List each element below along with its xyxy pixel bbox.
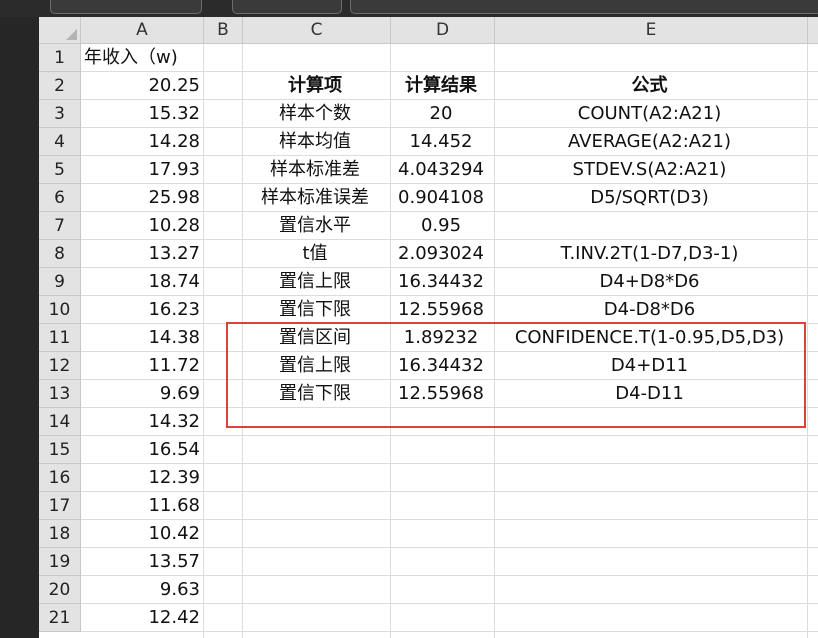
formula-bar[interactable] [350, 0, 818, 14]
cell-a14[interactable]: 14.32 [81, 408, 200, 436]
cell-d9[interactable]: 16.34432 [391, 268, 491, 296]
row-header-4[interactable]: 4 [39, 128, 81, 156]
cell-c2-header[interactable]: 计算项 [243, 72, 387, 100]
cell-c13[interactable]: 置信下限 [243, 380, 387, 408]
cell-a18[interactable]: 10.42 [81, 520, 200, 548]
cell-a12[interactable]: 11.72 [81, 352, 200, 380]
cell-d12[interactable]: 16.34432 [391, 352, 491, 380]
cell-e10[interactable]: D4-D8*D6 [495, 296, 804, 324]
cell-d6[interactable]: 0.904108 [391, 184, 491, 212]
cell-e8[interactable]: T.INV.2T(1-D7,D3-1) [495, 240, 804, 268]
cell-d11[interactable]: 1.89232 [391, 324, 491, 352]
cell-a11[interactable]: 14.38 [81, 324, 200, 352]
row-header-8[interactable]: 8 [39, 240, 81, 268]
cell-c6[interactable]: 样本标准误差 [243, 184, 387, 212]
cell-d7[interactable]: 0.95 [391, 212, 491, 240]
cell-e6[interactable]: D5/SQRT(D3) [495, 184, 804, 212]
cell-a2[interactable]: 20.25 [81, 72, 200, 100]
cell-e2-header[interactable]: 公式 [495, 72, 804, 100]
formula-buttons[interactable] [232, 0, 342, 14]
cell-a16[interactable]: 12.39 [81, 464, 200, 492]
cell-a3[interactable]: 15.32 [81, 100, 200, 128]
select-all-corner[interactable] [39, 17, 81, 44]
cell-a9[interactable]: 18.74 [81, 268, 200, 296]
cell-a17[interactable]: 11.68 [81, 492, 200, 520]
row-header-17[interactable]: 17 [39, 492, 81, 520]
gridline-vertical [203, 44, 204, 638]
cell-a4[interactable]: 14.28 [81, 128, 200, 156]
cell-c5[interactable]: 样本标准差 [243, 156, 387, 184]
cell-c9[interactable]: 置信上限 [243, 268, 387, 296]
row-header-13[interactable]: 13 [39, 380, 81, 408]
row-header-15[interactable]: 15 [39, 436, 81, 464]
row-header-18[interactable]: 18 [39, 520, 81, 548]
cell-c7[interactable]: 置信水平 [243, 212, 387, 240]
cell-a7[interactable]: 10.28 [81, 212, 200, 240]
row-header-16[interactable]: 16 [39, 464, 81, 492]
row-header-12[interactable]: 12 [39, 352, 81, 380]
cell-c3[interactable]: 样本个数 [243, 100, 387, 128]
cell-a21[interactable]: 12.42 [81, 604, 200, 632]
row-header-19[interactable]: 19 [39, 548, 81, 576]
cell-d13[interactable]: 12.55968 [391, 380, 491, 408]
cell-c8[interactable]: t值 [243, 240, 387, 268]
cell-e4[interactable]: AVERAGE(A2:A21) [495, 128, 804, 156]
cell-a8[interactable]: 13.27 [81, 240, 200, 268]
cell-a19[interactable]: 13.57 [81, 548, 200, 576]
cell-e5[interactable]: STDEV.S(A2:A21) [495, 156, 804, 184]
cell-d2-header[interactable]: 计算结果 [391, 72, 491, 100]
cell-a13[interactable]: 9.69 [81, 380, 200, 408]
cell-a20[interactable]: 9.63 [81, 576, 200, 604]
row-header-3[interactable]: 3 [39, 100, 81, 128]
toolbar-strip [0, 0, 818, 17]
left-margin [0, 17, 39, 638]
column-header-f[interactable] [808, 17, 818, 44]
row-header-14[interactable]: 14 [39, 408, 81, 436]
cell-d3[interactable]: 20 [391, 100, 491, 128]
cell-d8[interactable]: 2.093024 [391, 240, 491, 268]
column-header-d[interactable]: D [391, 17, 495, 44]
name-box[interactable] [50, 0, 202, 14]
cell-e9[interactable]: D4+D8*D6 [495, 268, 804, 296]
row-header-2[interactable]: 2 [39, 72, 81, 100]
gridline-vertical [807, 44, 808, 638]
column-header-e[interactable]: E [495, 17, 808, 44]
row-header-1[interactable]: 1 [39, 44, 81, 72]
row-header-21[interactable]: 21 [39, 604, 81, 632]
row-header-9[interactable]: 9 [39, 268, 81, 296]
cell-c10[interactable]: 置信下限 [243, 296, 387, 324]
cell-d5[interactable]: 4.043294 [391, 156, 491, 184]
row-header-10[interactable]: 10 [39, 296, 81, 324]
cell-c4[interactable]: 样本均值 [243, 128, 387, 156]
cell-e3[interactable]: COUNT(A2:A21) [495, 100, 804, 128]
cell-c11[interactable]: 置信区间 [243, 324, 387, 352]
column-header-a[interactable]: A [81, 17, 204, 44]
cell-a15[interactable]: 16.54 [81, 436, 200, 464]
cell-e11[interactable]: CONFIDENCE.T(1-0.95,D5,D3) [495, 324, 804, 352]
cell-c12[interactable]: 置信上限 [243, 352, 387, 380]
cell-e12[interactable]: D4+D11 [495, 352, 804, 380]
column-header-c[interactable]: C [243, 17, 391, 44]
cell-a5[interactable]: 17.93 [81, 156, 200, 184]
cell-a1-header[interactable]: 年收入（w) [84, 44, 203, 72]
row-header-11[interactable]: 11 [39, 324, 81, 352]
row-header-7[interactable]: 7 [39, 212, 81, 240]
cell-a6[interactable]: 25.98 [81, 184, 200, 212]
cell-e13[interactable]: D4-D11 [495, 380, 804, 408]
cell-d10[interactable]: 12.55968 [391, 296, 491, 324]
row-header-6[interactable]: 6 [39, 184, 81, 212]
cell-d4[interactable]: 14.452 [391, 128, 491, 156]
row-header-20[interactable]: 20 [39, 576, 81, 604]
cell-a10[interactable]: 16.23 [81, 296, 200, 324]
row-header-5[interactable]: 5 [39, 156, 81, 184]
column-header-b[interactable]: B [204, 17, 243, 44]
